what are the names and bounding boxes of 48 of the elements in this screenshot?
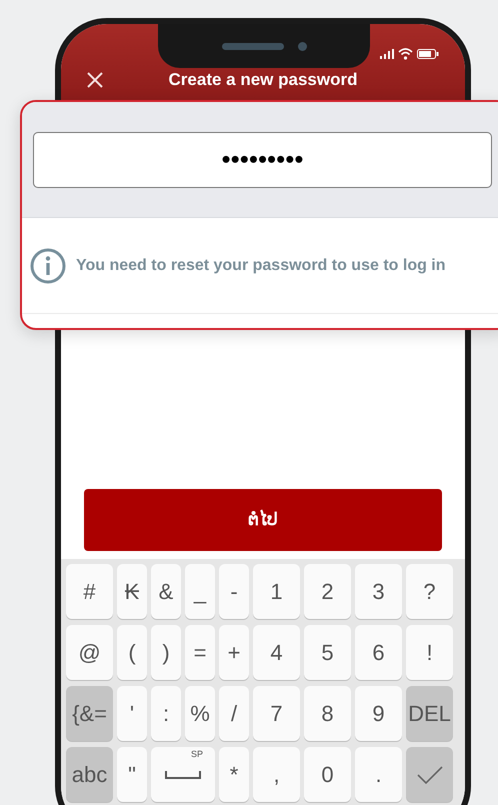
space-bar-icon	[165, 770, 201, 778]
password-field[interactable]: •••••••••	[33, 132, 492, 188]
keyboard-key[interactable]: %	[185, 686, 215, 741]
battery-icon	[417, 49, 439, 59]
keyboard-key[interactable]: /	[219, 686, 249, 741]
keyboard-key[interactable]: :	[151, 686, 181, 741]
keyboard-key[interactable]: &	[151, 564, 181, 619]
keyboard-key[interactable]: =	[185, 625, 215, 680]
keyboard-key[interactable]: 7	[253, 686, 300, 741]
keyboard-key[interactable]: DEL	[406, 686, 453, 741]
close-icon[interactable]	[87, 72, 103, 88]
checkmark-icon	[416, 764, 442, 784]
keyboard-key[interactable]: 0	[304, 747, 351, 802]
keyboard-key[interactable]: 9	[355, 686, 402, 741]
keyboard-key[interactable]: *	[219, 747, 249, 802]
signal-icon	[380, 49, 394, 59]
keyboard-key[interactable]: '	[117, 686, 147, 741]
keyboard-key[interactable]: +	[219, 625, 249, 680]
keyboard-key[interactable]: -	[219, 564, 249, 619]
keyboard-key[interactable]: #	[66, 564, 113, 619]
keyboard-key[interactable]: 1	[253, 564, 300, 619]
keyboard-key[interactable]: 6	[355, 625, 402, 680]
keyboard-key[interactable]: )	[151, 625, 181, 680]
space-key[interactable]: SP	[151, 747, 215, 802]
keyboard-key[interactable]: .	[355, 747, 402, 802]
notice-text: You need to reset your password to use to log in	[76, 256, 446, 276]
wifi-icon	[398, 48, 413, 60]
keyboard-key[interactable]: 5	[304, 625, 351, 680]
info-icon	[30, 248, 66, 284]
keyboard-key[interactable]: _	[185, 564, 215, 619]
keyboard-key[interactable]: 4	[253, 625, 300, 680]
done-key[interactable]	[406, 747, 453, 802]
camera-icon	[298, 42, 306, 50]
header-title: Create a new password	[168, 69, 358, 92]
keyboard-key[interactable]: ₭	[117, 564, 147, 619]
keyboard-key[interactable]: (	[117, 625, 147, 680]
keyboard-key[interactable]: 3	[355, 564, 402, 619]
keyboard-key[interactable]: 2	[304, 564, 351, 619]
keyboard-key[interactable]: "	[117, 747, 147, 802]
keyboard-key[interactable]: abc	[66, 747, 113, 802]
keyboard-key[interactable]: !	[406, 625, 453, 680]
keyboard-key[interactable]: {&=	[66, 686, 113, 741]
keyboard-key[interactable]: @	[66, 625, 113, 680]
keyboard-key[interactable]: ,	[253, 747, 300, 802]
keyboard-key[interactable]: 8	[304, 686, 351, 741]
next-button[interactable]: ຕໍ່ໄປ	[84, 489, 442, 551]
keyboard-key[interactable]: ?	[406, 564, 453, 619]
speaker-icon	[222, 42, 284, 50]
